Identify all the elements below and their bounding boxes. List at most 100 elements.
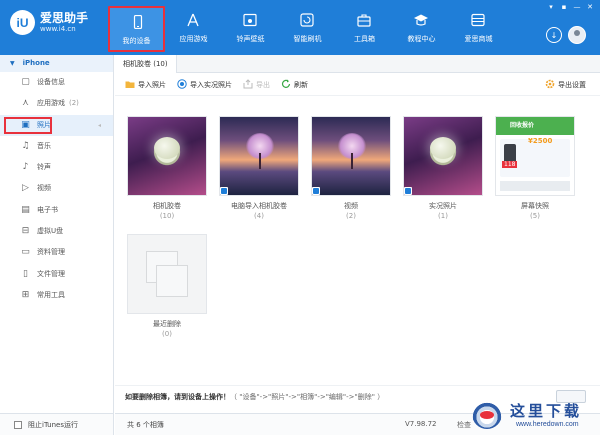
thumb-tag: 118 — [502, 161, 518, 168]
album-thumbnail — [128, 117, 206, 195]
nav-ringtone-wallpaper[interactable]: 铃声壁纸 — [222, 6, 279, 52]
top-bar: iU 爱思助手 www.i4.cn 我的设备 应用游戏 铃声壁纸 智能刷机 工具… — [0, 0, 600, 55]
sidebar-item-label: 文件管理 — [37, 269, 65, 278]
nav-my-device[interactable]: 我的设备 — [108, 6, 165, 52]
refresh-button[interactable]: 刷新 — [281, 79, 308, 91]
sidebar-item-device-info[interactable]: ▢ 设备信息 — [0, 72, 113, 93]
menu-icon[interactable]: ▾ — [547, 3, 555, 11]
album-name: 实况照片 — [429, 202, 457, 210]
sidebar-item-file-manage[interactable]: ▯ 文件管理 — [0, 264, 113, 285]
nav-tutorial-center[interactable]: 教程中心 — [393, 6, 450, 52]
album-count: (4) — [254, 212, 264, 220]
export-button[interactable]: 导出 — [243, 79, 270, 91]
album-thumbnail — [404, 117, 482, 195]
flash-icon — [300, 13, 314, 27]
block-itunes-label: 阻止iTunes运行 — [28, 420, 78, 429]
window-controls: ▾ ▪ — ✕ — [547, 3, 594, 11]
import-photos-button[interactable]: 导入照片 — [125, 79, 166, 91]
sidebar-item-music[interactable]: ♫ 音乐 — [0, 136, 113, 157]
album-count: (0) — [162, 330, 172, 338]
thumb-banner — [496, 117, 574, 135]
tab-camera-roll[interactable]: 相机胶卷 (10) — [115, 55, 177, 73]
skin-icon[interactable]: ▪ — [560, 3, 568, 11]
sidebar-item-count: (2) — [69, 99, 79, 108]
album-total-count: 共 6 个相簿 — [127, 421, 164, 429]
import-folder-icon — [125, 81, 135, 88]
sidebar-item-label: 虚拟U盘 — [37, 227, 64, 236]
nav-smart-flash[interactable]: 智能刷机 — [279, 6, 336, 52]
close-icon[interactable]: ✕ — [586, 3, 594, 11]
sidebar-item-label: 电子书 — [37, 205, 58, 214]
apps-icon: ⋏ — [22, 98, 29, 109]
photo-toolbar: 导入照片 导入实况照片 导出 刷新 导出设置 — [115, 74, 600, 96]
album-thumbnail — [312, 117, 390, 195]
sidebar-item-tools[interactable]: ⊞ 常用工具 — [0, 285, 113, 306]
block-itunes-option[interactable]: 阻止iTunes运行 — [0, 413, 114, 435]
device-name: iPhone — [22, 59, 50, 67]
album-name: 电脑导入相机胶卷 — [231, 202, 287, 210]
version-label: V7.98.72 — [405, 420, 437, 428]
gear-icon — [545, 79, 555, 89]
device-info-icon: ▢ — [21, 77, 30, 87]
video-badge-icon — [312, 187, 320, 195]
user-avatar[interactable] — [568, 26, 586, 44]
album-name: 视频 — [344, 202, 358, 210]
app-name: 爱思助手 — [40, 10, 89, 25]
sidebar-item-apps[interactable]: ⋏ 应用游戏 (2) — [0, 93, 113, 114]
watermark-url: www.heredown.com — [516, 421, 579, 428]
sidebar-item-label: 音乐 — [37, 141, 51, 150]
album-live-photos[interactable]: 实况照片 (1) — [401, 117, 485, 220]
export-label: 导出 — [256, 81, 270, 89]
album-screenshots[interactable]: 回收报价 ¥2500 118 屏幕快照 (5) — [493, 117, 577, 220]
nav-label: 教程中心 — [407, 35, 436, 43]
sidebar-item-virtual-usb[interactable]: ⊟ 虚拟U盘 — [0, 221, 113, 242]
album-name: 相机胶卷 — [153, 202, 181, 210]
site-watermark: 这里下载 www.heredown.com — [470, 396, 600, 435]
sidebar-device-header[interactable]: ▼ iPhone — [0, 55, 113, 72]
check-update-link[interactable]: 检查 — [457, 420, 471, 430]
nav-toolbox[interactable]: 工具箱 — [336, 6, 393, 52]
album-count: (10) — [159, 212, 175, 220]
usb-icon: ⊟ — [21, 226, 30, 237]
sidebar-item-photos[interactable]: ▣ 照片 ◂ — [0, 114, 113, 136]
sidebar-item-label: 资料管理 — [37, 248, 65, 257]
hint-text: 如要删除相簿，请到设备上操作！ — [125, 393, 230, 401]
album-count: (2) — [346, 212, 356, 220]
export-icon — [243, 79, 253, 89]
album-videos[interactable]: 视频 (2) — [309, 117, 393, 220]
download-icon[interactable]: ↓ — [546, 27, 562, 43]
sidebar-item-ringtones[interactable]: ♪ 铃声 — [0, 157, 113, 178]
minimize-icon[interactable]: — — [573, 3, 581, 11]
ringtone-wallpaper-icon — [243, 13, 257, 27]
sidebar: ▼ iPhone ▢ 设备信息 ⋏ 应用游戏 (2) ▣ 照片 ◂ ♫ 音乐 ♪ 铃… — [0, 55, 114, 413]
import-photos-label: 导入照片 — [138, 81, 166, 89]
album-thumbnail: 回收报价 ¥2500 118 — [496, 117, 574, 195]
nav-label: 工具箱 — [354, 35, 375, 43]
import-live-photos-button[interactable]: 导入实况照片 — [177, 79, 232, 91]
sidebar-item-ebook[interactable]: ▤ 电子书 — [0, 200, 113, 221]
album-recently-deleted[interactable]: 最近删除 (0) — [125, 235, 209, 338]
sidebar-item-label: 铃声 — [37, 163, 51, 172]
nav-label: 应用游戏 — [179, 35, 208, 43]
sidebar-item-video[interactable]: ▷ 视频 — [0, 178, 113, 199]
video-icon: ▷ — [22, 183, 29, 194]
tab-strip: 相机胶卷 (10) — [115, 55, 600, 73]
block-itunes-checkbox[interactable] — [14, 420, 22, 429]
sidebar-item-label: 应用游戏 — [37, 99, 65, 108]
expand-triangle-icon: ◂ — [98, 121, 102, 129]
nav-apps-games[interactable]: 应用游戏 — [165, 6, 222, 52]
app-logo[interactable]: iU 爱思助手 www.i4.cn — [10, 10, 88, 35]
sidebar-item-data-manage[interactable]: ▭ 资料管理 — [0, 242, 113, 263]
nav-label: 铃声壁纸 — [236, 35, 265, 43]
live-photo-icon — [177, 79, 187, 89]
nav-store[interactable]: 爱思商城 — [450, 6, 507, 52]
album-camera-roll[interactable]: 相机胶卷 (10) — [125, 117, 209, 220]
export-settings-button[interactable]: 导出设置 — [545, 79, 586, 91]
album-pc-imported[interactable]: 电脑导入相机胶卷 (4) — [217, 117, 301, 220]
phone-icon — [133, 15, 143, 29]
apps-icon — [187, 13, 199, 27]
store-icon — [471, 13, 485, 27]
bell-icon: ♪ — [22, 162, 29, 173]
thumb-strip — [500, 181, 570, 191]
logo-mark: iU — [10, 10, 35, 35]
